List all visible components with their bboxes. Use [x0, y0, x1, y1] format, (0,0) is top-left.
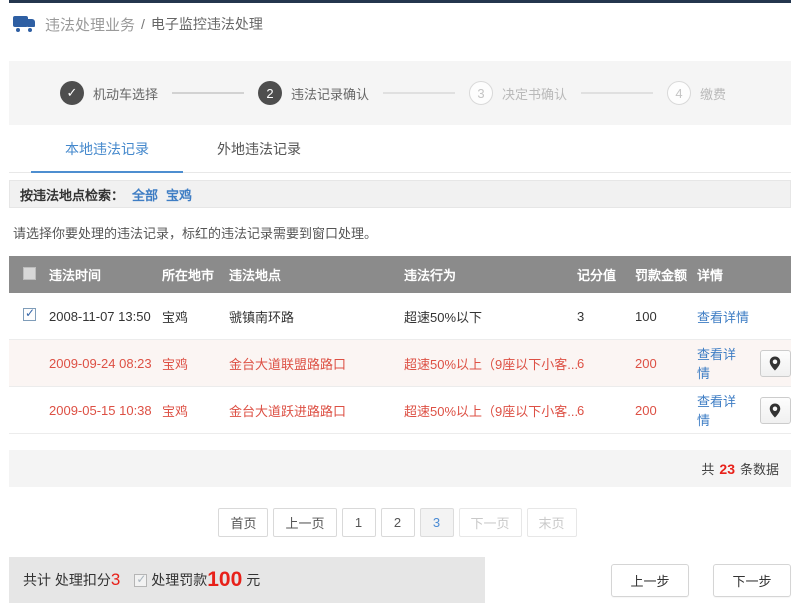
record-tabs: 本地违法记录 外地违法记录 — [9, 125, 791, 173]
step-label: 违法记录确认 — [291, 84, 369, 103]
page-prev-button[interactable]: 上一页 — [273, 508, 336, 537]
fine-value: 100 — [207, 568, 242, 592]
step-indicator: ✓ 机动车选择 2 违法记录确认 3 决定书确认 4 缴费 — [9, 61, 791, 125]
cell-points: 3 — [577, 309, 635, 324]
step-label: 决定书确认 — [502, 84, 567, 103]
pagination: 首页 上一页 1 2 3 下一页 末页 — [9, 487, 791, 557]
step-connector — [172, 92, 244, 94]
count-suffix: 条数据 — [740, 459, 779, 478]
cell-behavior: 超速50%以上（9座以下小客... — [404, 354, 577, 373]
page-3-button[interactable]: 3 — [420, 508, 454, 537]
page-1-button[interactable]: 1 — [342, 508, 376, 537]
cell-behavior: 超速50%以上（9座以下小客... — [404, 401, 577, 420]
total-label: 共计 — [23, 570, 51, 590]
table-row: 2009-09-24 08:23 宝鸡 金台大道联盟路路口 超速50%以上（9座… — [9, 340, 791, 387]
cell-points: 6 — [577, 403, 635, 418]
cell-fine: 200 — [635, 356, 697, 371]
cell-behavior: 超速50%以下 — [404, 307, 577, 326]
step-record-confirm: 2 违法记录确认 — [258, 81, 383, 105]
page-subtitle: 电子监控违法处理 — [151, 14, 263, 34]
fine-checkbox[interactable] — [134, 574, 147, 587]
cell-location: 金台大道联盟路路口 — [229, 354, 404, 373]
fine-label: 处理罚款 — [151, 570, 207, 590]
cell-time: 2008-11-07 13:50 — [49, 309, 162, 324]
table-row: 2009-05-15 10:38 宝鸡 金台大道跃进路路口 超速50%以上（9座… — [9, 387, 791, 434]
location-pin-icon — [769, 403, 781, 418]
page-first-button[interactable]: 首页 — [218, 508, 268, 537]
step-label: 机动车选择 — [93, 84, 158, 103]
table-row: 2008-11-07 13:50 宝鸡 虢镇南环路 超速50%以下 3 100 … — [9, 293, 791, 340]
next-step-button[interactable]: 下一步 — [713, 564, 791, 597]
page-next-button[interactable]: 下一页 — [459, 508, 522, 537]
row-checkbox-checked[interactable] — [23, 308, 36, 321]
breadcrumb: 违法处理业务 / 电子监控违法处理 — [9, 3, 791, 45]
filter-option-baoji[interactable]: 宝鸡 — [166, 185, 192, 204]
cell-location: 金台大道跃进路路口 — [229, 401, 404, 420]
col-header-location: 违法地点 — [229, 265, 404, 284]
map-location-button[interactable] — [760, 350, 791, 377]
col-header-time: 违法时间 — [49, 265, 162, 284]
col-header-city: 所在地市 — [162, 265, 229, 284]
cell-points: 6 — [577, 356, 635, 371]
page-2-button[interactable]: 2 — [381, 508, 415, 537]
page-title: 违法处理业务 — [45, 14, 135, 35]
cell-city: 宝鸡 — [162, 354, 229, 373]
record-count: 23 — [719, 461, 735, 477]
map-location-button[interactable] — [760, 397, 791, 424]
cell-city: 宝鸡 — [162, 307, 229, 326]
page-last-button[interactable]: 末页 — [527, 508, 577, 537]
tab-local-records[interactable]: 本地违法记录 — [31, 125, 183, 172]
view-detail-link[interactable]: 查看详情 — [697, 344, 748, 382]
table-header: 违法时间 所在地市 违法地点 违法行为 记分值 罚款金额 详情 — [9, 256, 791, 293]
record-count-bar: 共 23 条数据 — [9, 450, 791, 487]
truck-icon — [13, 15, 37, 33]
col-header-detail: 详情 — [697, 265, 791, 284]
view-detail-link[interactable]: 查看详情 — [697, 307, 749, 326]
points-label: 处理扣分 — [55, 570, 111, 590]
col-header-fine: 罚款金额 — [635, 265, 697, 284]
step-payment: 4 缴费 — [667, 81, 740, 105]
selection-notice: 请选择你要处理的违法记录，标红的违法记录需要到窗口处理。 — [9, 208, 791, 256]
fine-unit: 元 — [246, 570, 260, 590]
cell-time: 2009-09-24 08:23 — [49, 356, 162, 371]
location-pin-icon — [769, 356, 781, 371]
location-filter-bar: 按违法地点检索： 全部 宝鸡 — [9, 180, 791, 208]
step-vehicle-select: ✓ 机动车选择 — [60, 81, 172, 105]
step-decision-confirm: 3 决定书确认 — [469, 81, 581, 105]
points-value: 3 — [111, 570, 120, 590]
view-detail-link[interactable]: 查看详情 — [697, 391, 748, 429]
cell-fine: 200 — [635, 403, 697, 418]
breadcrumb-separator: / — [141, 16, 145, 32]
cell-location: 虢镇南环路 — [229, 307, 404, 326]
step-connector — [581, 92, 653, 94]
prev-step-button[interactable]: 上一步 — [611, 564, 689, 597]
filter-label: 按违法地点检索： — [20, 185, 124, 204]
tab-nonlocal-records[interactable]: 外地违法记录 — [183, 125, 335, 172]
page: 违法处理业务 / 电子监控违法处理 ✓ 机动车选择 2 违法记录确认 3 决定书… — [0, 0, 800, 611]
totals-box: 共计 处理扣分 3 处理罚款 100 元 — [9, 557, 485, 603]
step-label: 缴费 — [700, 84, 726, 103]
cell-time: 2009-05-15 10:38 — [49, 403, 162, 418]
footer-buttons: 上一步 下一步 — [485, 564, 791, 597]
col-header-points: 记分值 — [577, 265, 635, 284]
step-connector — [383, 92, 455, 94]
step-circle: 3 — [469, 81, 493, 105]
count-prefix: 共 — [701, 459, 714, 478]
step-circle: 4 — [667, 81, 691, 105]
select-all-checkbox[interactable] — [23, 267, 36, 280]
cell-fine: 100 — [635, 309, 697, 324]
cell-city: 宝鸡 — [162, 401, 229, 420]
footer-bar: 共计 处理扣分 3 处理罚款 100 元 上一步 下一步 — [9, 557, 791, 603]
filter-option-all[interactable]: 全部 — [132, 185, 158, 204]
step-circle-check-icon: ✓ — [60, 81, 84, 105]
col-header-behavior: 违法行为 — [404, 265, 577, 284]
step-circle: 2 — [258, 81, 282, 105]
